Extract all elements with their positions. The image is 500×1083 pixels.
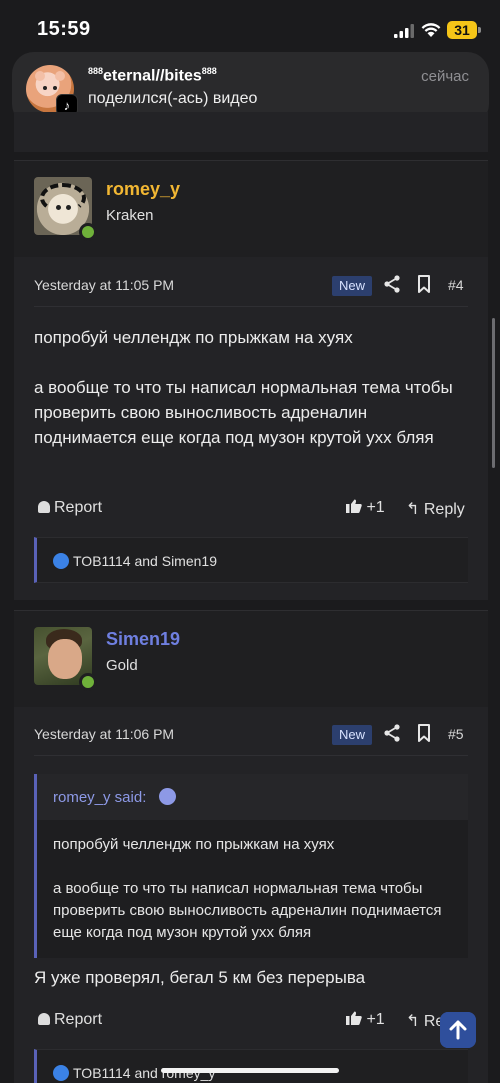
post-paragraph: попробуй челлендж по прыжкам на хуях — [34, 328, 353, 347]
report-button[interactable]: Report — [38, 1011, 102, 1029]
bookmark-icon[interactable] — [417, 724, 431, 742]
notification-title: 888eternal//bites888 — [88, 66, 217, 85]
share-icon[interactable] — [384, 724, 400, 742]
like-reaction-icon — [53, 1065, 69, 1081]
like-count: +1 — [366, 1011, 385, 1028]
post-body: попробуй челлендж по прыжкам на хуях а в… — [34, 325, 454, 450]
battery-icon: 31 — [447, 21, 481, 39]
reactions-bar[interactable]: TOB1114 and romey_y — [34, 1049, 468, 1083]
reply-button[interactable]: ↰ Reply — [406, 499, 465, 519]
status-time: 15:59 — [37, 18, 91, 40]
user-title: Kraken — [106, 207, 154, 224]
quote-body: попробуй челлендж по прыжкам на хуях а в… — [37, 820, 468, 958]
quote-paragraph: попробуй челлендж по прыжкам на хуях — [53, 836, 335, 853]
post-actions: Report +1 ↰ Reply — [34, 495, 468, 523]
report-button[interactable]: Report — [38, 499, 102, 517]
new-badge: New — [332, 276, 373, 296]
post-meta: Yesterday at 11:06 PM New #5 — [34, 712, 468, 756]
notification-text: поделился(-ась) видео — [88, 90, 258, 107]
post-4: romey_y Kraken Yesterday at 11:05 PM New… — [14, 160, 488, 600]
share-icon[interactable] — [384, 275, 400, 293]
cellular-signal-icon — [394, 24, 414, 38]
previous-post-footer — [14, 112, 488, 152]
bell-icon — [38, 1013, 50, 1025]
user-title: Gold — [106, 657, 138, 674]
bell-icon — [38, 501, 50, 513]
username[interactable]: romey_y — [106, 179, 180, 200]
post-body: Я уже проверял, бегал 5 км без перерыва — [34, 968, 366, 987]
post-number[interactable]: #4 — [448, 277, 464, 293]
like-button[interactable]: +1 — [346, 1011, 385, 1029]
like-count: +1 — [366, 499, 385, 516]
user-block: romey_y Kraken — [14, 161, 488, 257]
scrollbar[interactable] — [492, 318, 495, 468]
thumbs-up-icon — [346, 1011, 362, 1025]
username[interactable]: Simen19 — [106, 629, 180, 650]
reactions-bar[interactable]: TOB1114 and Simen19 — [34, 537, 468, 583]
new-badge: New — [332, 725, 373, 745]
post-paragraph: а вообще то что ты написал нормальная те… — [34, 378, 453, 447]
post-time[interactable]: Yesterday at 11:06 PM — [34, 726, 174, 742]
user-block: Simen19 Gold — [14, 611, 488, 707]
status-bar: 15:59 31 — [0, 0, 500, 52]
like-reaction-icon — [53, 553, 69, 569]
notification-time: сейчас — [421, 68, 469, 85]
quote-author[interactable]: romey_y said: — [53, 789, 146, 806]
post-actions: Report +1 ↰ Reply — [34, 1007, 468, 1035]
post-time[interactable]: Yesterday at 11:05 PM — [34, 277, 174, 293]
quote-paragraph: а вообще то что ты написал нормальная те… — [53, 880, 442, 941]
post-meta: Yesterday at 11:05 PM New #4 — [34, 263, 468, 307]
quote-block: romey_y said: попробуй челлендж по прыжк… — [34, 774, 468, 958]
reaction-users[interactable]: TOB1114 and Simen19 — [73, 553, 217, 569]
thumbs-up-icon — [346, 499, 362, 513]
online-indicator-icon — [79, 223, 97, 241]
post-number[interactable]: #5 — [448, 726, 464, 742]
online-indicator-icon — [79, 673, 97, 691]
bookmark-icon[interactable] — [417, 275, 431, 293]
quote-header[interactable]: romey_y said: — [37, 774, 468, 820]
like-button[interactable]: +1 — [346, 499, 385, 517]
wifi-icon — [421, 23, 441, 37]
scroll-to-top-button[interactable] — [440, 1012, 476, 1048]
post-5: Simen19 Gold Yesterday at 11:06 PM New #… — [14, 610, 488, 1083]
home-indicator[interactable] — [161, 1068, 339, 1073]
go-to-quote-icon[interactable] — [159, 788, 176, 805]
